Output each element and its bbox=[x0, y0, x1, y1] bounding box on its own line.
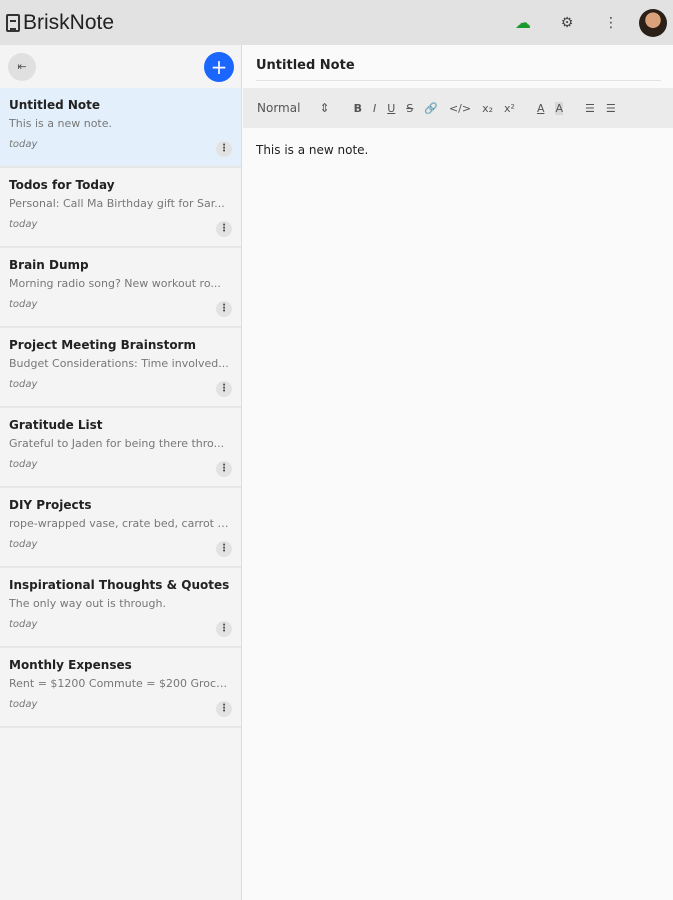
note-date: today bbox=[9, 379, 38, 390]
note-menu-icon[interactable]: ⋮ bbox=[216, 301, 232, 317]
format-select[interactable]: Normal ⇕ bbox=[257, 101, 330, 115]
subscript-button[interactable]: x₂ bbox=[482, 102, 493, 115]
note-body[interactable]: This is a new note. bbox=[256, 143, 368, 157]
avatar[interactable] bbox=[639, 8, 667, 37]
note-title: Inspirational Thoughts & Quotes bbox=[9, 578, 230, 592]
note-title: Project Meeting Brainstorm bbox=[9, 338, 196, 352]
notepad-icon bbox=[6, 13, 20, 32]
note-list-item[interactable]: DIY Projects rope-wrapped vase, crate be… bbox=[0, 488, 241, 568]
text-color-button[interactable]: A bbox=[537, 102, 545, 115]
note-menu-icon[interactable]: ⋮ bbox=[216, 541, 232, 557]
note-list-item[interactable]: Monthly Expenses Rent = $1200 Commute = … bbox=[0, 648, 241, 728]
note-date: today bbox=[9, 299, 38, 310]
note-date: today bbox=[9, 219, 38, 230]
background-color-button[interactable]: A bbox=[555, 101, 563, 115]
add-note-button[interactable]: + bbox=[204, 51, 234, 82]
note-list-item[interactable]: Brain Dump Morning radio song? New worko… bbox=[0, 248, 241, 328]
note-preview: The only way out is through. bbox=[9, 597, 166, 610]
note-menu-icon[interactable]: ⋮ bbox=[216, 141, 232, 157]
note-preview: Morning radio song? New workout ro... bbox=[9, 277, 221, 290]
note-preview: Rent = $1200 Commute = $200 Groce... bbox=[9, 677, 229, 690]
note-menu-icon[interactable]: ⋮ bbox=[216, 221, 232, 237]
note-title: Untitled Note bbox=[9, 98, 101, 112]
note-date: today bbox=[9, 699, 38, 710]
note-title: Gratitude List bbox=[9, 418, 103, 432]
note-preview: rope-wrapped vase, crate bed, carrot j..… bbox=[9, 517, 229, 530]
note-preview: Grateful to Jaden for being there thro..… bbox=[9, 437, 225, 450]
note-list-item[interactable]: Gratitude List Grateful to Jaden for bei… bbox=[0, 408, 241, 488]
gear-icon[interactable]: ⚙ bbox=[545, 15, 589, 31]
note-menu-icon[interactable]: ⋮ bbox=[216, 381, 232, 397]
note-title-input[interactable]: Untitled Note bbox=[256, 45, 661, 81]
notes-sidebar: ⇤ + Untitled Note This is a new note. to… bbox=[0, 45, 242, 900]
bullet-list-button[interactable]: ☰ bbox=[606, 102, 616, 115]
note-date: today bbox=[9, 459, 38, 470]
more-vert-icon[interactable]: ⋮ bbox=[589, 15, 633, 31]
note-preview: Personal: Call Ma Birthday gift for Sar.… bbox=[9, 197, 225, 210]
note-title: Monthly Expenses bbox=[9, 658, 132, 672]
app-header: BriskNote ☁ ⚙ ⋮ bbox=[0, 0, 673, 45]
note-date: today bbox=[9, 139, 38, 150]
underline-button[interactable]: U bbox=[387, 102, 395, 115]
code-button[interactable]: </> bbox=[449, 102, 471, 115]
ordered-list-button[interactable]: ☰ bbox=[585, 102, 595, 115]
bold-button[interactable]: B bbox=[354, 102, 362, 115]
cloud-sync-icon[interactable]: ☁ bbox=[501, 13, 545, 32]
note-menu-icon[interactable]: ⋮ bbox=[216, 461, 232, 477]
note-menu-icon[interactable]: ⋮ bbox=[216, 701, 232, 717]
app-logo: BriskNote bbox=[6, 11, 114, 35]
note-date: today bbox=[9, 619, 38, 630]
superscript-button[interactable]: x² bbox=[504, 102, 515, 115]
note-preview: Budget Considerations: Time involved... bbox=[9, 357, 229, 370]
strike-button[interactable]: S bbox=[406, 102, 413, 115]
note-list-item[interactable]: Todos for Today Personal: Call Ma Birthd… bbox=[0, 168, 241, 248]
app-title: BriskNote bbox=[23, 10, 115, 34]
link-button[interactable]: 🔗 bbox=[424, 102, 438, 115]
format-toolbar: Normal ⇕ B I U S 🔗 </> x₂ x² A A ☰ ☰ bbox=[243, 88, 673, 128]
collapse-sidebar-button[interactable]: ⇤ bbox=[8, 52, 36, 81]
note-title: DIY Projects bbox=[9, 498, 92, 512]
note-list-item[interactable]: Inspirational Thoughts & Quotes The only… bbox=[0, 568, 241, 648]
note-preview: This is a new note. bbox=[9, 117, 113, 130]
note-title: Todos for Today bbox=[9, 178, 115, 192]
editor: Untitled Note Normal ⇕ B I U S 🔗 </> x₂ … bbox=[243, 45, 673, 900]
italic-button[interactable]: I bbox=[373, 102, 376, 115]
note-list-item[interactable]: Untitled Note This is a new note. today … bbox=[0, 88, 241, 168]
note-list-item[interactable]: Project Meeting Brainstorm Budget Consid… bbox=[0, 328, 241, 408]
note-menu-icon[interactable]: ⋮ bbox=[216, 621, 232, 637]
note-title: Brain Dump bbox=[9, 258, 89, 272]
note-date: today bbox=[9, 539, 38, 550]
